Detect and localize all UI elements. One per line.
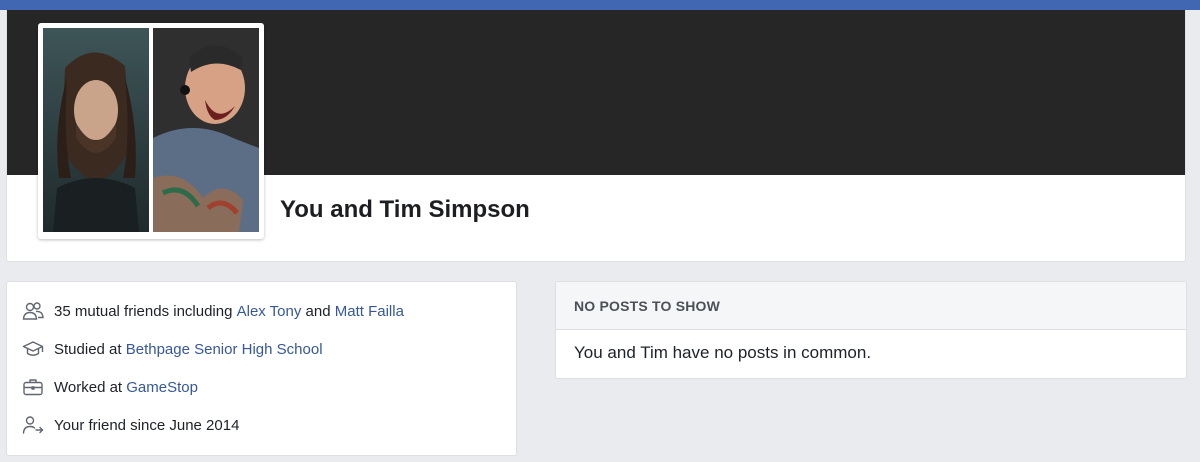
school-link[interactable]: Bethpage Senior High School xyxy=(126,341,323,358)
posts-header: NO POSTS TO SHOW xyxy=(556,282,1186,330)
posts-card: NO POSTS TO SHOW You and Tim have no pos… xyxy=(555,281,1187,379)
mutual-friend-link-matt[interactable]: Matt Failla xyxy=(335,303,404,320)
briefcase-icon xyxy=(22,376,44,398)
profile-photo-pair xyxy=(38,23,264,239)
friend-since-text: Your friend since June 2014 xyxy=(54,416,240,434)
mutual-friend-link-alex[interactable]: Alex Tony xyxy=(237,303,302,320)
profile-cover-card: You and Tim Simpson xyxy=(6,10,1186,262)
friends-icon xyxy=(22,300,44,322)
graduation-cap-icon xyxy=(22,338,44,360)
mutual-friends-prefix: 35 mutual friends including xyxy=(54,302,237,320)
page-title: You and Tim Simpson xyxy=(280,196,530,223)
friend-arrow-icon xyxy=(22,414,44,436)
friend-photo-tim[interactable] xyxy=(153,28,259,232)
mutual-friends-joiner: and xyxy=(301,302,335,320)
top-nav-bar xyxy=(0,0,1200,10)
education-row: Studied at Bethpage Senior High School xyxy=(7,330,516,368)
friendship-intro-card: 35 mutual friends including Alex Tony an… xyxy=(6,281,517,456)
friend-since-row: Your friend since June 2014 xyxy=(7,406,516,444)
education-prefix: Studied at xyxy=(54,340,126,358)
no-posts-message: You and Tim have no posts in common. xyxy=(574,343,872,362)
employer-link[interactable]: GameStop xyxy=(126,379,198,396)
work-prefix: Worked at xyxy=(54,378,127,396)
mutual-friends-row: 35 mutual friends including Alex Tony an… xyxy=(7,292,516,330)
friend-photo-you[interactable] xyxy=(43,28,149,232)
work-row: Worked at GameStop xyxy=(7,368,516,406)
